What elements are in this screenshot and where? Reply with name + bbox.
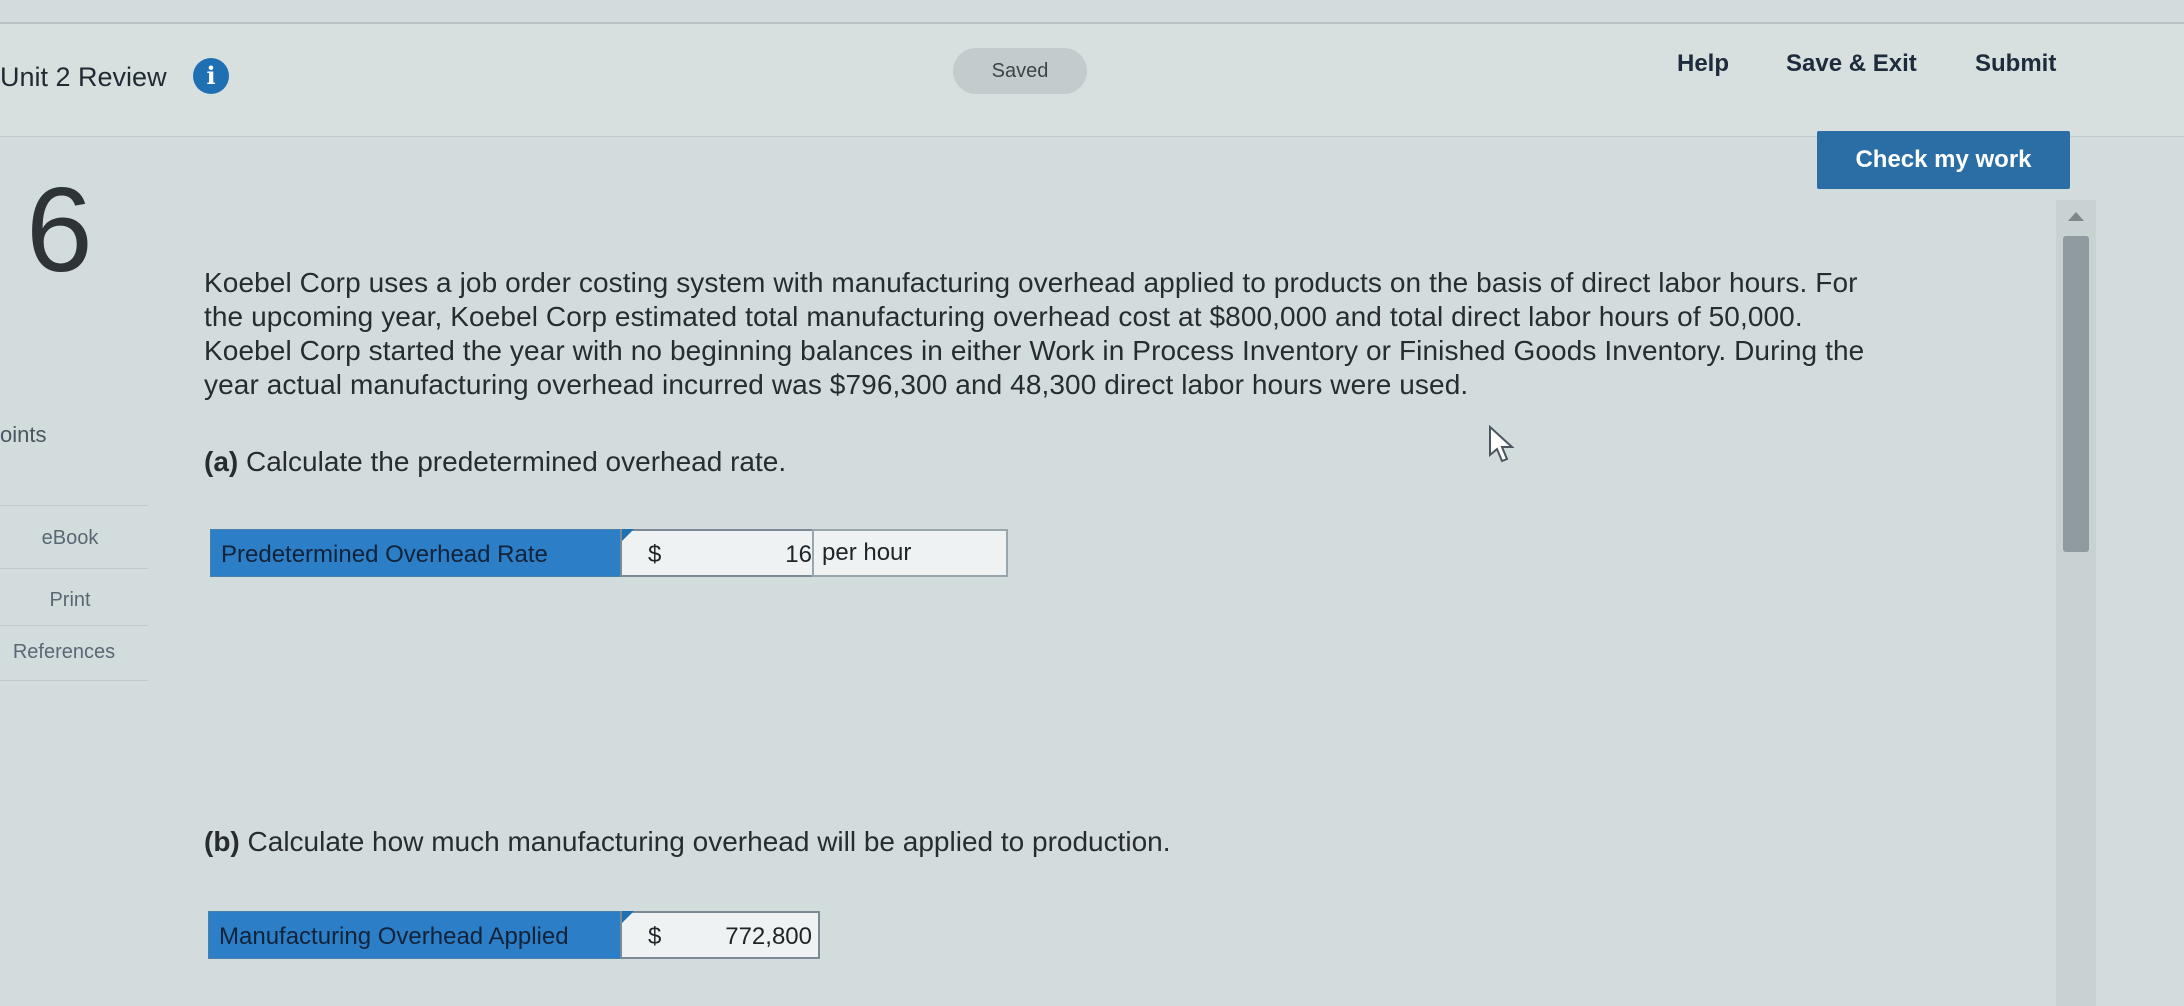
- problem-line: year actual manufacturing overhead incur…: [204, 369, 1469, 400]
- problem-line: the upcoming year, Koebel Corp estimated…: [204, 301, 1803, 332]
- part-a-value[interactable]: 16: [785, 541, 812, 569]
- part-b-text: Calculate how much manufacturing overhea…: [247, 826, 1171, 857]
- currency-symbol: $: [648, 923, 662, 950]
- part-b-label: Manufacturing Overhead Applied: [208, 911, 622, 959]
- sidebar-divider: [0, 680, 148, 681]
- mouse-cursor-icon: [1489, 425, 1515, 463]
- part-a-input[interactable]: $ 16: [620, 529, 820, 577]
- assignment-title: Unit 2 Review: [0, 62, 167, 92]
- flag-marker: [622, 529, 634, 541]
- part-b-answer-row: Manufacturing Overhead Applied $ 772,800: [208, 911, 820, 961]
- save-exit-link[interactable]: Save & Exit: [1786, 50, 1917, 78]
- part-a-unit: per hour: [812, 529, 1008, 577]
- scroll-up-icon[interactable]: [2068, 212, 2084, 221]
- sidebar-divider: [0, 568, 148, 569]
- sidebar-divider: [0, 505, 148, 506]
- part-b-value[interactable]: 772,800: [725, 923, 812, 951]
- part-a-tag: (a): [204, 446, 239, 477]
- problem-line: Koebel Corp uses a job order costing sys…: [204, 267, 1858, 298]
- points-label: oints: [0, 422, 47, 447]
- problem-line: Koebel Corp started the year with no beg…: [204, 335, 1865, 366]
- problem-statement: Koebel Corp uses a job order costing sys…: [204, 266, 2024, 402]
- sidebar-item-ebook[interactable]: eBook: [0, 527, 140, 550]
- part-a-text: Calculate the predetermined overhead rat…: [246, 446, 787, 477]
- info-icon[interactable]: i: [193, 58, 229, 94]
- assignment-header: [0, 24, 2184, 137]
- part-a-label: Predetermined Overhead Rate: [210, 529, 622, 577]
- scrollbar-thumb[interactable]: [2063, 236, 2089, 552]
- sidebar-item-references[interactable]: References: [0, 641, 134, 664]
- part-b-prompt: (b) Calculate how much manufacturing ove…: [204, 826, 1171, 858]
- submit-link[interactable]: Submit: [1975, 50, 2056, 78]
- question-number: 6: [26, 163, 93, 297]
- check-my-work-button[interactable]: Check my work: [1817, 131, 2070, 189]
- part-a-prompt: (a) Calculate the predetermined overhead…: [204, 446, 786, 478]
- part-b-tag: (b): [204, 826, 240, 857]
- flag-marker: [622, 911, 634, 923]
- saved-status-badge: Saved: [953, 48, 1087, 94]
- sidebar-item-print[interactable]: Print: [0, 589, 140, 612]
- help-link[interactable]: Help: [1677, 50, 1729, 78]
- currency-symbol: $: [648, 541, 662, 568]
- part-a-answer-row: Predetermined Overhead Rate $ 16 per hou…: [210, 529, 1010, 579]
- sidebar-divider: [0, 625, 148, 626]
- part-b-input[interactable]: $ 772,800: [620, 911, 820, 959]
